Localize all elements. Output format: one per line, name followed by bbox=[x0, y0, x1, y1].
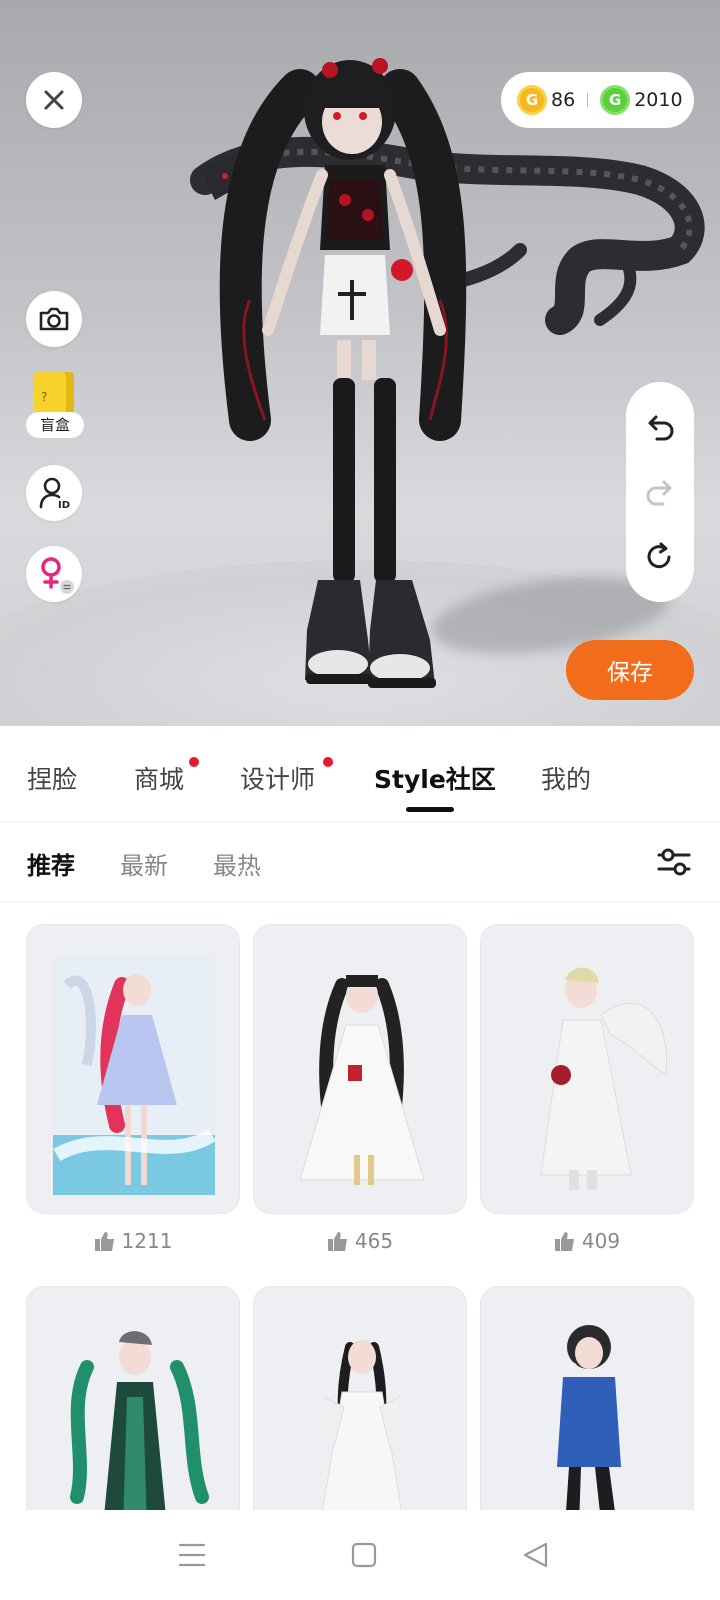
outfit-thumbnail bbox=[540, 967, 668, 1190]
undo-button[interactable] bbox=[640, 407, 680, 447]
feed-card[interactable] bbox=[480, 924, 694, 1214]
redo-icon bbox=[646, 480, 672, 506]
undo-icon bbox=[648, 415, 674, 441]
main-tabs: 捏脸 商城 设计师 Style社区 我的 bbox=[0, 726, 720, 822]
thumbs-up-icon bbox=[94, 1232, 114, 1251]
female-swap-icon bbox=[41, 557, 74, 594]
gold-coin-icon: G bbox=[517, 85, 547, 115]
svg-text:ID: ID bbox=[58, 500, 70, 510]
tab-style-community[interactable]: Style社区 bbox=[374, 760, 496, 796]
outfit-thumbnail bbox=[557, 1325, 621, 1525]
reset-icon bbox=[647, 542, 671, 569]
avatar-stage[interactable]: G 86 G 2010 ? 盲盒 ID 保存 bbox=[0, 0, 720, 726]
camera-icon bbox=[39, 307, 69, 331]
green-amount: 2010 bbox=[634, 89, 683, 111]
tab-face[interactable]: 捏脸 bbox=[27, 760, 77, 796]
close-button[interactable] bbox=[26, 72, 82, 128]
like-count-value: 1211 bbox=[121, 1229, 173, 1253]
save-button[interactable]: 保存 bbox=[566, 640, 694, 700]
currency-divider bbox=[587, 93, 589, 107]
reset-button[interactable] bbox=[640, 537, 680, 577]
subtab-hottest[interactable]: 最热 bbox=[213, 846, 261, 881]
feed-card[interactable] bbox=[26, 924, 240, 1214]
outfit-thumbnail bbox=[299, 975, 425, 1185]
tab-store-badge bbox=[189, 757, 199, 767]
blind-box-mark: ? bbox=[41, 390, 48, 404]
outfit-thumbnail bbox=[319, 1340, 405, 1525]
tab-store[interactable]: 商城 bbox=[134, 760, 184, 796]
currency-pill[interactable]: G 86 G 2010 bbox=[501, 72, 694, 128]
like-count[interactable]: 1211 bbox=[26, 1229, 240, 1253]
avatar-id-icon: ID bbox=[39, 477, 70, 510]
filter-sliders-icon bbox=[657, 848, 691, 876]
sub-tabs: 推荐 最新 最热 bbox=[0, 822, 720, 902]
like-count-value: 465 bbox=[354, 1229, 394, 1253]
green-coin-icon: G bbox=[600, 85, 631, 115]
gold-amount: 86 bbox=[551, 89, 576, 111]
gender-toggle-button[interactable] bbox=[26, 546, 82, 602]
feed-card[interactable] bbox=[253, 924, 467, 1214]
outfit-thumbnail bbox=[53, 955, 216, 1195]
feed-card[interactable] bbox=[253, 1286, 467, 1526]
feed-card[interactable] bbox=[480, 1286, 694, 1526]
blind-box-button[interactable]: ? 盲盒 bbox=[26, 372, 84, 442]
tab-designer[interactable]: 设计师 bbox=[240, 760, 315, 796]
tab-mine[interactable]: 我的 bbox=[541, 760, 591, 796]
system-nav-bar bbox=[0, 1510, 720, 1600]
like-count[interactable]: 409 bbox=[480, 1229, 694, 1253]
blind-box-label: 盲盒 bbox=[26, 412, 84, 438]
home-icon[interactable] bbox=[351, 1542, 377, 1568]
subtab-latest[interactable]: 最新 bbox=[120, 846, 168, 881]
like-count[interactable]: 465 bbox=[253, 1229, 467, 1253]
filter-button[interactable] bbox=[656, 844, 692, 880]
avatar-id-button[interactable]: ID bbox=[26, 465, 82, 521]
like-count-value: 409 bbox=[581, 1229, 621, 1253]
tab-designer-badge bbox=[323, 757, 333, 767]
subtab-recommended[interactable]: 推荐 bbox=[27, 846, 75, 881]
feed-card[interactable] bbox=[26, 1286, 240, 1526]
thumbs-up-icon bbox=[554, 1232, 574, 1251]
history-controls bbox=[626, 382, 694, 602]
blind-box-icon: ? bbox=[34, 372, 74, 414]
redo-button[interactable] bbox=[640, 472, 680, 512]
menu-icon[interactable] bbox=[178, 1542, 206, 1568]
back-icon[interactable] bbox=[522, 1542, 550, 1568]
close-icon bbox=[44, 90, 64, 110]
active-tab-indicator bbox=[406, 807, 454, 812]
outfit-thumbnail bbox=[70, 1331, 209, 1525]
camera-button[interactable] bbox=[26, 291, 82, 347]
thumbs-up-icon bbox=[327, 1232, 347, 1251]
